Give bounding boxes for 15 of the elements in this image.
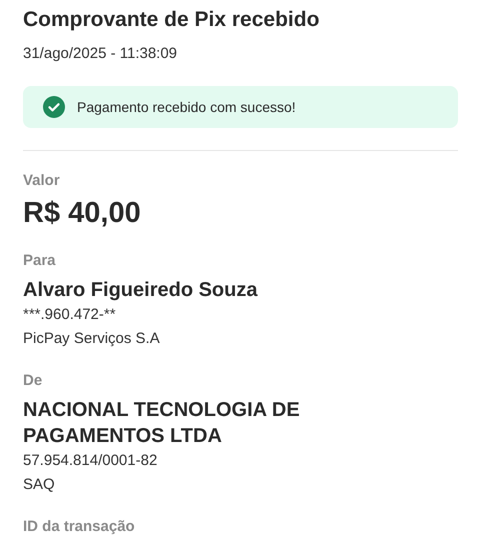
- party-name: Alvaro Figueiredo Souza: [23, 278, 259, 303]
- party-detail: SAQ: [23, 475, 56, 495]
- party-detail: ***.960.472-**: [23, 305, 117, 325]
- party-detail: PicPay Serviços S.A: [23, 329, 161, 349]
- field-label: Valor: [23, 171, 61, 191]
- field-label: De: [23, 371, 44, 391]
- field-label: Para: [23, 251, 57, 271]
- party-detail: 57.954.814/0001-82: [23, 451, 158, 471]
- date-time: 31/ago/2025 - 11:38:09: [23, 44, 178, 64]
- status-message: Pagamento recebido com sucesso!: [77, 99, 296, 115]
- amount: R$ 40,00: [23, 196, 142, 231]
- field-label: ID da transação: [23, 517, 136, 537]
- party-name: NACIONAL TECNOLOGIA DE PAGAMENTOS LTDA: [23, 398, 301, 449]
- receipt-title: Comprovante de Pix recebido: [23, 7, 320, 33]
- check-icon: [43, 96, 65, 118]
